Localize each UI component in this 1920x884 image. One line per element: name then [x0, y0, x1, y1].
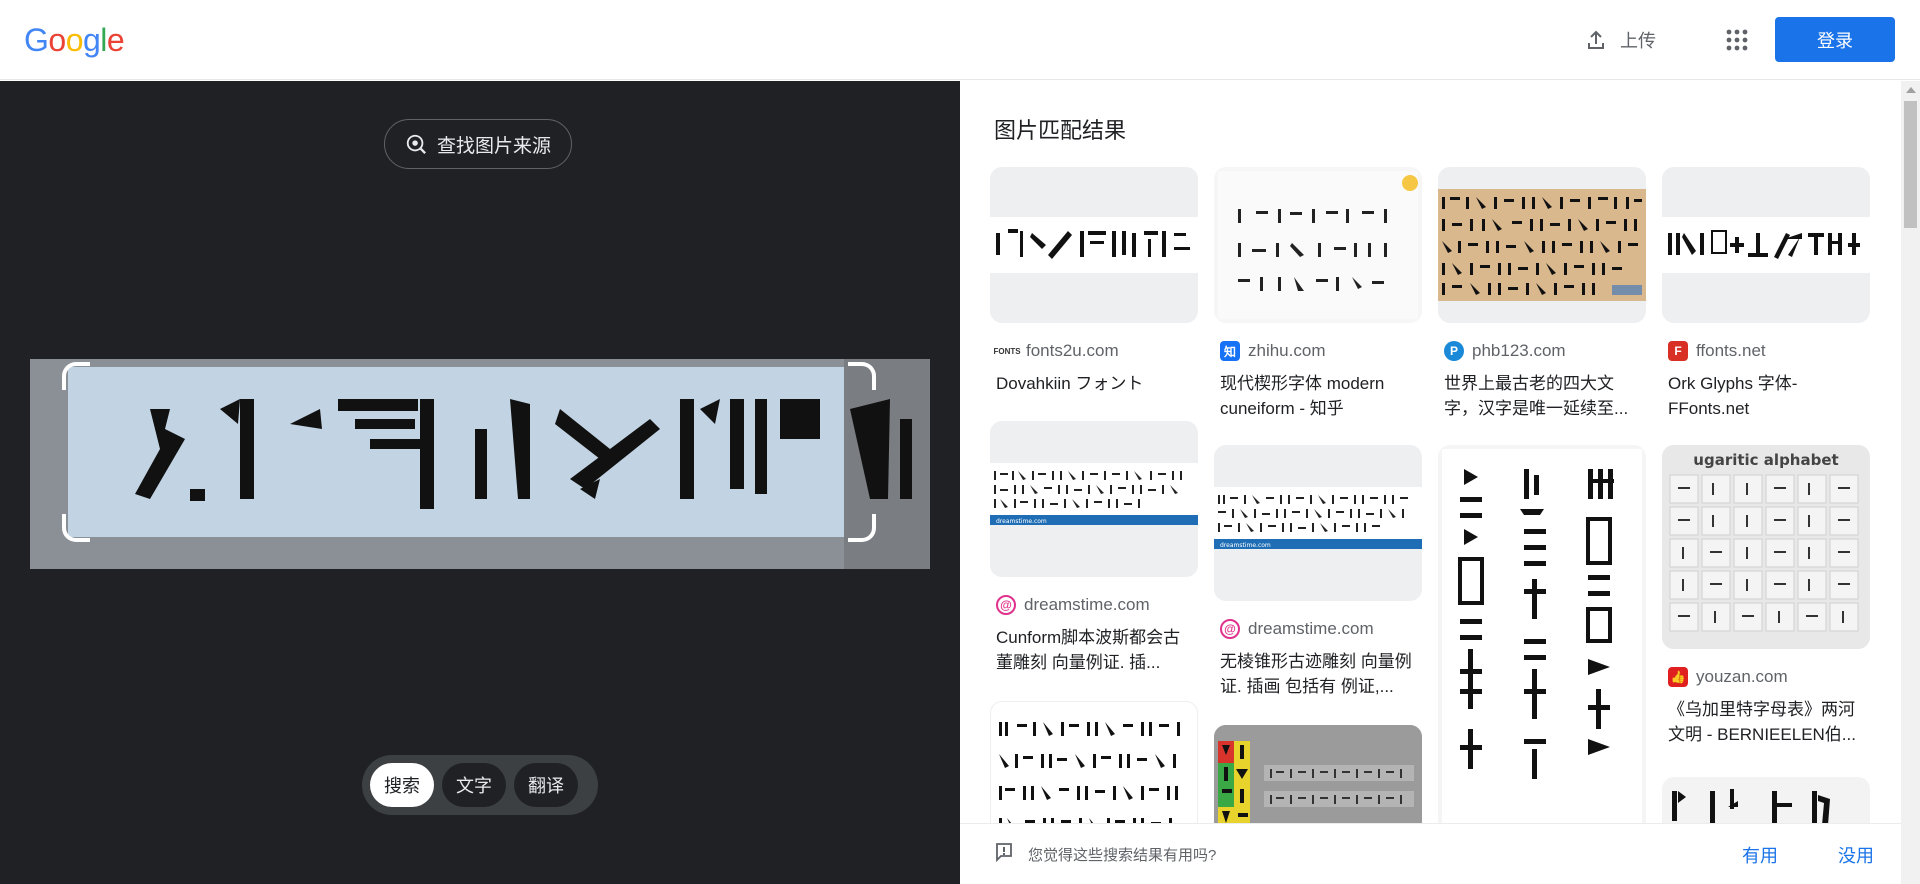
feedback-no-button[interactable]: 没用 [1838, 842, 1874, 868]
result-card[interactable]: F ffonts.net Ork Glyphs 字体- FFonts.net [1662, 167, 1870, 421]
result-thumbnail[interactable] [1662, 167, 1870, 323]
google-logo[interactable]: Google [24, 22, 125, 59]
thumbnail-image [1438, 189, 1646, 301]
crop-handle-bottom-left[interactable] [62, 514, 90, 542]
mode-translate-button[interactable]: 翻译 [514, 763, 578, 807]
result-card[interactable]: ugaritic alphabet 👍 youzan.com 《乌加里特字母表》… [1662, 445, 1870, 747]
upload-label: 上传 [1620, 31, 1656, 51]
source-domain: dreamstime.com [1248, 619, 1374, 638]
crop-handle-bottom-right[interactable] [848, 514, 876, 542]
result-title[interactable]: Ork Glyphs 字体- FFonts.net [1662, 371, 1870, 421]
ffonts-favicon: F [1668, 341, 1688, 361]
lens-search-icon [406, 134, 426, 154]
result-title[interactable]: Dovahkiin フォント [990, 371, 1198, 396]
thumbnail-image: ugaritic alphabet [1662, 445, 1870, 649]
crop-selection-frame[interactable] [62, 362, 876, 542]
feedback-icon [996, 843, 1012, 862]
thumbnail-image [1662, 217, 1870, 273]
find-image-source-button[interactable]: 查找图片来源 [384, 119, 573, 169]
result-source[interactable]: 👍 youzan.com [1662, 667, 1870, 687]
result-source[interactable]: P phb123.com [1438, 341, 1646, 361]
upload-button[interactable]: 上传 [1576, 20, 1664, 60]
zhihu-favicon: 知 [1220, 341, 1240, 361]
result-thumbnail[interactable] [1214, 167, 1422, 323]
top-header: Google 上传 登录 [0, 0, 1920, 80]
source-domain: zhihu.com [1248, 341, 1326, 360]
result-title[interactable]: 世界上最古老的四大文字，汉字是唯一延续至... [1438, 371, 1646, 421]
result-thumbnail[interactable] [990, 167, 1198, 323]
result-title[interactable]: 现代楔形字体 modern cuneiform - 知乎 [1214, 371, 1422, 421]
result-thumbnail[interactable] [1438, 445, 1646, 845]
source-domain: fonts2u.com [1026, 341, 1119, 360]
result-card[interactable]: dreamstime.com @ dreamstime.com Cunform脚… [990, 421, 1198, 675]
scrollbar-thumb[interactable] [1904, 101, 1917, 228]
thumbnail-image: dreamstime.com [1214, 487, 1422, 549]
result-source[interactable]: @ dreamstime.com [1214, 619, 1422, 639]
result-card[interactable] [1438, 445, 1646, 845]
result-card[interactable]: FONTS fonts2u.com Dovahkiin フォント [990, 167, 1198, 396]
mode-text-button[interactable]: 文字 [442, 763, 506, 807]
feedback-question: 您觉得这些搜索结果有用吗? [1028, 847, 1217, 864]
result-title[interactable]: 《乌加里特字母表》两河文明 - BERNIEELEN伯... [1662, 697, 1870, 747]
crop-handle-top-right[interactable] [848, 362, 876, 390]
results-panel: 图片匹配结果 FONTS fonts2u.com Dovahkiin フォント [960, 81, 1920, 884]
source-domain: dreamstime.com [1024, 595, 1150, 614]
dreamstime-favicon: @ [1220, 619, 1240, 639]
source-domain: phb123.com [1472, 341, 1566, 360]
thumbnail-image [1442, 449, 1642, 841]
scroll-up-arrow-icon[interactable] [1906, 87, 1916, 93]
result-card[interactable]: 知 zhihu.com 现代楔形字体 modern cuneiform - 知乎 [1214, 167, 1422, 421]
thumbnail-image [990, 217, 1198, 273]
lens-mode-switcher: 搜索 文字 翻译 [362, 755, 598, 815]
result-source[interactable]: @ dreamstime.com [990, 595, 1198, 615]
signin-button[interactable]: 登录 [1775, 17, 1895, 62]
ugaritic-heading: ugaritic alphabet [1693, 451, 1838, 469]
find-source-label: 查找图片来源 [437, 135, 552, 157]
fonts2u-favicon: FONTS [993, 346, 1021, 356]
crop-handle-top-left[interactable] [62, 362, 90, 390]
youzan-favicon: 👍 [1668, 667, 1688, 687]
thumbnail-image [1218, 171, 1418, 319]
dreamstime-watermark: dreamstime.com [996, 518, 1047, 525]
upload-icon [1588, 30, 1604, 49]
feedback-bar: 您觉得这些搜索结果有用吗? 有用 没用 [960, 823, 1901, 884]
result-source[interactable]: FONTS fonts2u.com [990, 341, 1198, 361]
results-scrollbar[interactable] [1901, 81, 1920, 884]
lens-image-panel: 查找图片来源 搜索 文字 翻译 [0, 81, 960, 884]
result-source[interactable]: 知 zhihu.com [1214, 341, 1422, 361]
result-thumbnail[interactable] [1438, 167, 1646, 323]
mode-search-button[interactable]: 搜索 [370, 763, 434, 807]
phb123-favicon: P [1444, 341, 1464, 361]
apps-grid-button[interactable] [1717, 20, 1757, 60]
result-source[interactable]: F ffonts.net [1662, 341, 1870, 361]
source-domain: ffonts.net [1696, 341, 1766, 360]
dreamstime-watermark: dreamstime.com [1220, 542, 1271, 549]
feedback-yes-button[interactable]: 有用 [1742, 842, 1778, 868]
result-thumbnail[interactable]: dreamstime.com [990, 421, 1198, 577]
result-card[interactable]: P phb123.com 世界上最古老的四大文字，汉字是唯一延续至... [1438, 167, 1646, 421]
result-thumbnail[interactable]: ugaritic alphabet [1662, 445, 1870, 649]
result-title[interactable]: 无棱锥形古迹雕刻 向量例证. 插画 包括有 例证,... [1214, 649, 1422, 699]
result-card[interactable]: dreamstime.com @ dreamstime.com 无棱锥形古迹雕刻… [1214, 445, 1422, 699]
source-domain: youzan.com [1696, 667, 1788, 686]
dreamstime-favicon: @ [996, 595, 1016, 615]
result-thumbnail[interactable]: dreamstime.com [1214, 445, 1422, 601]
result-title[interactable]: Cunform脚本波斯都会古董雕刻 向量例证. 插... [990, 625, 1198, 675]
apps-grid-icon [1726, 29, 1748, 51]
results-title: 图片匹配结果 [994, 118, 1127, 143]
thumbnail-image: dreamstime.com [990, 463, 1198, 525]
